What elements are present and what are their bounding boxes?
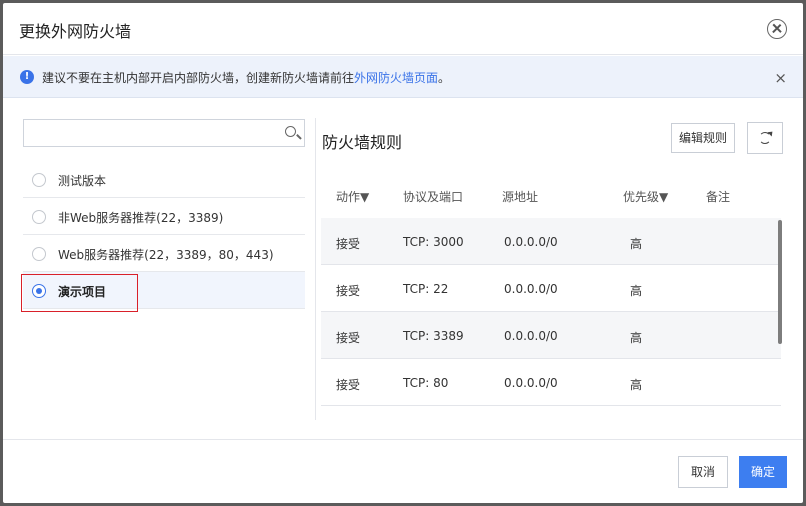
dialog-footer: 取消 确定 [3,439,803,503]
cell-action: 接受 [336,331,361,345]
radio-button[interactable] [32,173,46,187]
notice-text: 建议不要在主机内部开启内部防火墙，创建新防火墙请前往外网防火墙页面。 [42,69,450,86]
edit-rules-button[interactable]: 编辑规则 [671,123,735,153]
cell-source: 0.0.0.0/0 [504,376,558,390]
table-row: 接受 TCP: 80 0.0.0.0/0 高 [321,359,781,406]
change-firewall-dialog: 更换外网防火墙 ! 建议不要在主机内部开启内部防火墙，创建新防火墙请前往外网防火… [3,3,803,503]
close-notice-icon[interactable]: × [774,69,787,87]
external-firewall-link[interactable]: 外网防火墙页面 [354,71,438,85]
cell-protocol: TCP: 22 [403,282,449,296]
cell-action: 接受 [336,378,361,392]
cell-protocol: TCP: 80 [403,376,449,390]
rules-panel: 防火墙规则 编辑规则 动作▼ 协议及端口 源地址 优先级▼ 备注 接受 TCP:… [321,118,791,423]
column-source-header: 源地址 [502,190,539,204]
dialog-title: 更换外网防火墙 [19,22,132,41]
radio-button[interactable] [32,210,46,224]
notice-text-before: 建议不要在主机内部开启内部防火墙，创建新防火墙请前往 [42,71,355,85]
cell-source: 0.0.0.0/0 [504,329,558,343]
cell-source: 0.0.0.0/0 [504,282,558,296]
close-dialog-icon[interactable] [767,19,787,39]
table-row: 接受 TCP: 3389 0.0.0.0/0 高 [321,312,781,359]
confirm-button[interactable]: 确定 [739,456,787,488]
panel-divider [315,118,316,420]
cell-priority: 高 [630,331,643,345]
rules-title: 防火墙规则 [322,133,403,152]
cell-protocol: TCP: 3000 [403,235,464,249]
notice-banner: ! 建议不要在主机内部开启内部防火墙，创建新防火墙请前往外网防火墙页面。 × [3,56,803,98]
cancel-button[interactable]: 取消 [678,456,728,488]
highlight-annotation-box [21,274,138,312]
dialog-header: 更换外网防火墙 [3,3,803,55]
cell-protocol: TCP: 3389 [403,329,464,343]
firewall-item[interactable]: 非Web服务器推荐(22，3389) [23,198,305,235]
rules-table-body: 接受 TCP: 3000 0.0.0.0/0 高 接受 TCP: 22 0.0.… [321,218,781,410]
cell-source: 0.0.0.0/0 [504,235,558,249]
refresh-button[interactable] [747,122,783,154]
info-icon: ! [20,70,34,84]
cell-priority: 高 [630,284,643,298]
table-scrollbar[interactable] [778,220,782,344]
table-row: 接受 TCP: 3000 0.0.0.0/0 高 [321,218,781,265]
radio-button[interactable] [32,247,46,261]
notice-text-after: 。 [438,71,451,85]
firewall-item[interactable]: Web服务器推荐(22，3389，80，443) [23,235,305,272]
search-icon[interactable] [285,126,296,137]
firewall-list-panel: 测试版本 非Web服务器推荐(22，3389) Web服务器推荐(22，3389… [21,118,305,423]
cell-action: 接受 [336,237,361,251]
firewall-search-input[interactable] [23,119,305,147]
cell-priority: 高 [630,378,643,392]
firewall-item-label: 测试版本 [58,174,107,188]
table-row: 接受 TCP: 22 0.0.0.0/0 高 [321,265,781,312]
column-priority-header[interactable]: 优先级▼ [623,188,668,205]
firewall-item-label: Web服务器推荐(22，3389，80，443) [58,248,274,262]
column-note-header: 备注 [706,190,731,204]
refresh-icon [759,132,771,144]
firewall-item-label: 非Web服务器推荐(22，3389) [58,211,224,225]
rules-table-header: 动作▼ 协议及端口 源地址 优先级▼ 备注 [321,173,781,218]
cell-action: 接受 [336,284,361,298]
cell-priority: 高 [630,237,643,251]
column-protocol-header: 协议及端口 [403,190,464,204]
firewall-item[interactable]: 测试版本 [23,161,305,198]
column-action-header[interactable]: 动作▼ [336,188,369,205]
